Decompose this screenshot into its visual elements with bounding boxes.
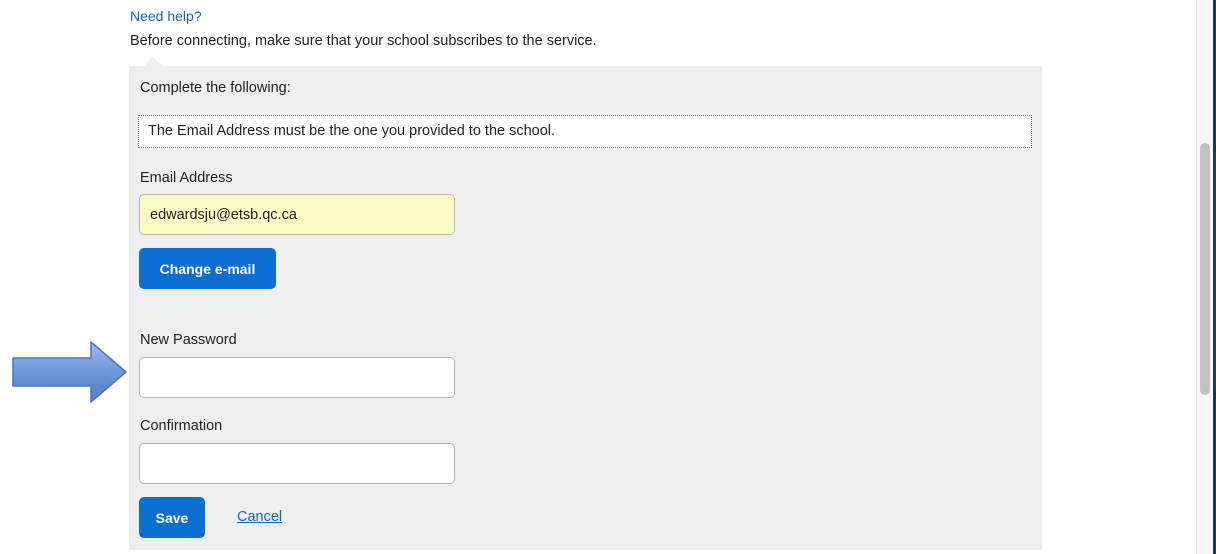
new-password-label: New Password <box>140 332 237 348</box>
arrow-right-icon <box>12 341 127 403</box>
change-email-button[interactable]: Change e-mail <box>139 248 276 289</box>
new-password-field[interactable] <box>139 357 455 398</box>
intro-text: Before connecting, make sure that your s… <box>130 33 597 49</box>
email-notice: The Email Address must be the one you pr… <box>138 115 1032 148</box>
email-field[interactable] <box>139 194 455 235</box>
need-help-link[interactable]: Need help? <box>130 8 202 24</box>
section-label: Complete the following: <box>140 80 291 96</box>
scrollbar-thumb[interactable] <box>1200 143 1210 395</box>
confirmation-field[interactable] <box>139 443 455 484</box>
save-button[interactable]: Save <box>139 497 205 538</box>
page: Need help? Before connecting, make sure … <box>0 0 1216 554</box>
confirmation-label: Confirmation <box>140 418 223 434</box>
cancel-link[interactable]: Cancel <box>237 509 282 525</box>
email-label: Email Address <box>140 170 233 186</box>
